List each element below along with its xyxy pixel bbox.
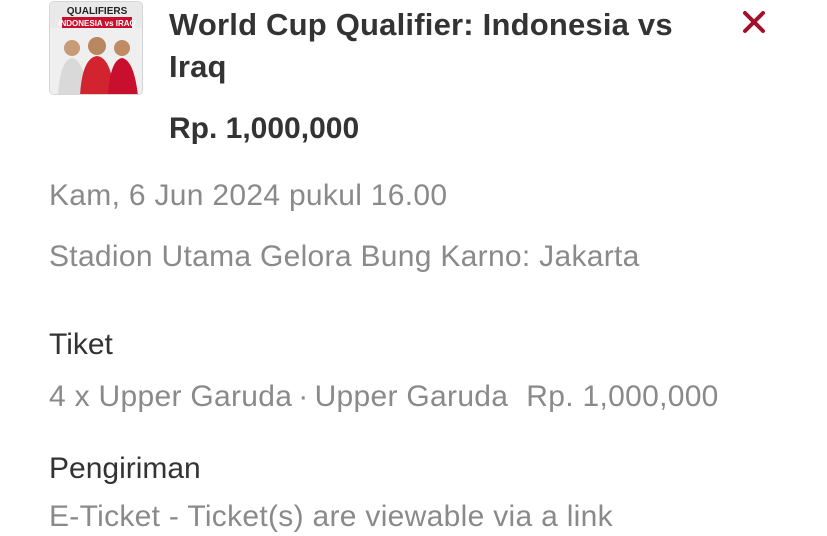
ticket-quantity: 4 x Upper Garuda xyxy=(49,380,293,413)
poster-middle-text: INDONESIA vs IRAQ xyxy=(58,19,136,28)
delivery-heading: Pengiriman xyxy=(49,452,201,485)
event-datetime: Kam, 6 Jun 2024 pukul 16.00 xyxy=(49,179,448,212)
ticket-heading: Tiket xyxy=(49,328,113,361)
close-icon xyxy=(743,11,765,33)
ticket-separator: · xyxy=(298,380,309,413)
event-price: Rp. 1,000,000 xyxy=(169,112,360,145)
ticket-category: Upper Garuda xyxy=(314,380,509,413)
event-thumbnail: QUALIFIERS INDONESIA vs IRAQ xyxy=(49,1,143,95)
event-poster-image: QUALIFIERS INDONESIA vs IRAQ xyxy=(50,2,142,94)
close-button[interactable] xyxy=(740,8,770,38)
ticket-price: Rp. 1,000,000 xyxy=(526,380,719,413)
poster-top-text: QUALIFIERS xyxy=(67,6,128,17)
event-venue: Stadion Utama Gelora Bung Karno: Jakarta xyxy=(49,240,640,273)
ticket-summary: 4 x Upper Garuda · Upper Garuda Rp. 1,000,0… xyxy=(49,378,719,416)
event-title: World Cup Qualifier: Indonesia vs Iraq xyxy=(169,7,673,84)
delivery-text: E-Ticket - Ticket(s) are viewable via a … xyxy=(49,500,613,533)
